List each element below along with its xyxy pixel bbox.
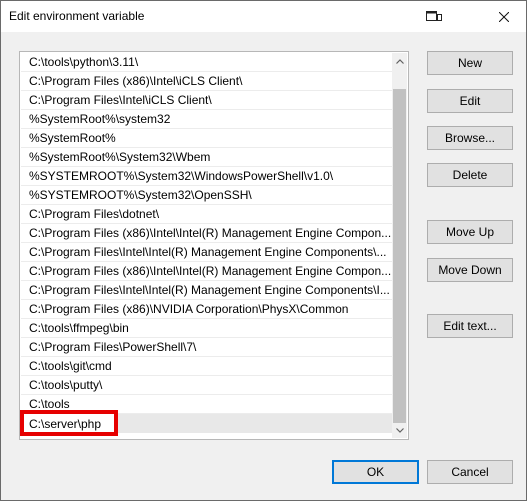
path-list-item[interactable]: C:\Program Files\Intel\Intel(R) Manageme… bbox=[21, 243, 393, 262]
path-list-item[interactable]: C:\Program Files (x86)\NVIDIA Corporatio… bbox=[21, 300, 393, 319]
path-list-item[interactable]: C:\Program Files (x86)\Intel\Intel(R) Ma… bbox=[21, 224, 393, 243]
new-button[interactable]: New bbox=[427, 51, 513, 75]
cancel-button[interactable]: Cancel bbox=[427, 460, 513, 484]
move-up-button[interactable]: Move Up bbox=[427, 220, 513, 244]
path-list-item[interactable]: C:\Program Files (x86)\Intel\iCLS Client… bbox=[21, 72, 393, 91]
scroll-down-button[interactable] bbox=[392, 422, 407, 438]
edit-text-button[interactable]: Edit text... bbox=[427, 314, 513, 338]
path-list[interactable]: C:\tools\python\3.11\ C:\Program Files (… bbox=[19, 51, 409, 440]
path-list-item[interactable]: C:\Program Files\PowerShell\7\ bbox=[21, 338, 393, 357]
title-bar[interactable]: Edit environment variable bbox=[1, 1, 526, 32]
close-button[interactable] bbox=[481, 1, 526, 32]
scroll-up-arrow-icon bbox=[395, 58, 404, 64]
path-list-item[interactable]: C:\tools\putty\ bbox=[21, 376, 393, 395]
window-title: Edit environment variable bbox=[9, 9, 145, 23]
move-down-button[interactable]: Move Down bbox=[427, 258, 513, 282]
vertical-scrollbar[interactable] bbox=[392, 53, 407, 438]
path-list-item[interactable]: C:\Program Files\dotnet\ bbox=[21, 205, 393, 224]
path-list-item[interactable]: C:\tools\git\cmd bbox=[21, 357, 393, 376]
path-list-item[interactable]: %SYSTEMROOT%\System32\OpenSSH\ bbox=[21, 186, 393, 205]
path-list-item[interactable]: %SYSTEMROOT%\System32\WindowsPowerShell\… bbox=[21, 167, 393, 186]
scroll-down-arrow-icon bbox=[395, 427, 404, 433]
ok-button[interactable]: OK bbox=[332, 460, 419, 484]
browse-button[interactable]: Browse... bbox=[427, 126, 513, 150]
scrollbar-thumb[interactable] bbox=[393, 89, 406, 423]
path-list-item[interactable]: %SystemRoot%\system32 bbox=[21, 110, 393, 129]
close-icon bbox=[498, 11, 509, 22]
path-list-item[interactable]: %SystemRoot% bbox=[21, 129, 393, 148]
edit-environment-variable-dialog: Edit environment variable C:\tools\pytho… bbox=[0, 0, 527, 501]
scroll-up-button[interactable] bbox=[392, 53, 407, 69]
path-edit-field[interactable]: C:\server\php bbox=[20, 410, 118, 436]
path-list-item[interactable]: C:\Program Files (x86)\Intel\Intel(R) Ma… bbox=[21, 262, 393, 281]
path-list-item[interactable]: C:\tools\python\3.11\ bbox=[21, 53, 393, 72]
window-restore-icon bbox=[426, 11, 442, 21]
path-list-item[interactable]: %SystemRoot%\System32\Wbem bbox=[21, 148, 393, 167]
delete-button[interactable]: Delete bbox=[427, 163, 513, 187]
edit-button[interactable]: Edit bbox=[427, 89, 513, 113]
path-list-item[interactable]: C:\tools\ffmpeg\bin bbox=[21, 319, 393, 338]
path-list-item[interactable]: C:\Program Files\Intel\iCLS Client\ bbox=[21, 91, 393, 110]
path-list-item[interactable]: C:\Program Files\Intel\Intel(R) Manageme… bbox=[21, 281, 393, 300]
